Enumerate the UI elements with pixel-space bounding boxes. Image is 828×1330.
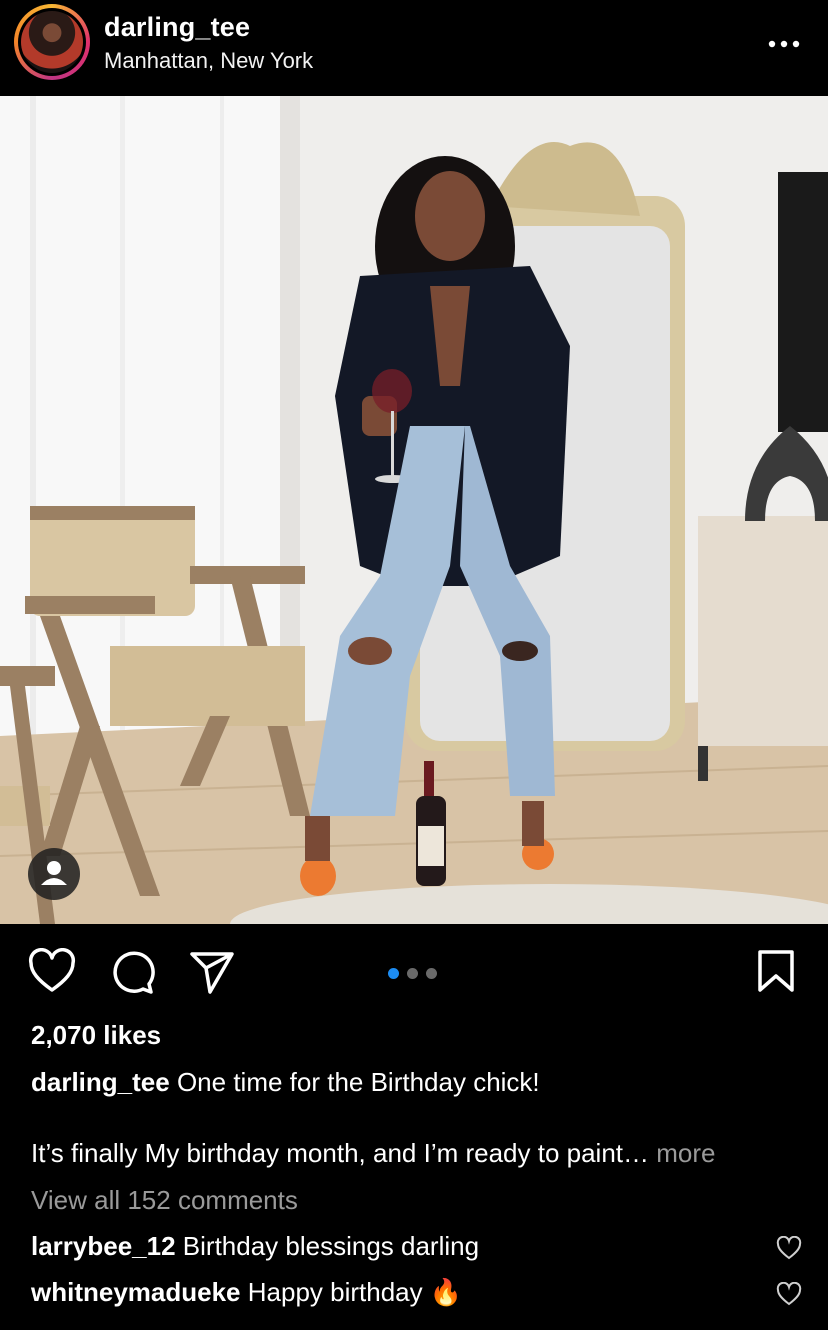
bookmark-icon[interactable] — [754, 948, 798, 1001]
heart-icon[interactable] — [28, 948, 76, 1001]
carousel-dot — [407, 968, 418, 979]
view-all-comments-link[interactable]: View all 152 comments — [31, 1185, 298, 1216]
caption-second-line: It’s finally My birthday month, and I’m … — [31, 1138, 650, 1168]
post-action-bar — [0, 924, 828, 1020]
comment-text: Birthday blessings darling — [182, 1231, 480, 1261]
comment-row: whitneymadueke Happy birthday 🔥 — [31, 1277, 462, 1308]
more-horizontal-icon[interactable] — [768, 30, 800, 50]
comment-username[interactable]: whitneymadueke — [31, 1277, 241, 1307]
post-location[interactable]: Manhattan, New York — [104, 48, 313, 74]
post-image[interactable] — [0, 96, 828, 924]
more-link[interactable]: more — [656, 1138, 715, 1168]
likes-count[interactable]: 2,070 likes — [31, 1020, 161, 1051]
user-tag-icon[interactable] — [28, 848, 80, 900]
send-icon[interactable] — [188, 948, 236, 1001]
caption: darling_tee One time for the Birthday ch… — [31, 1067, 801, 1098]
heart-icon[interactable] — [776, 1235, 802, 1265]
carousel-dot — [426, 968, 437, 979]
comment-icon[interactable] — [108, 948, 156, 1001]
post-photo-illustration — [0, 96, 828, 924]
post-username[interactable]: darling_tee — [104, 12, 250, 43]
heart-icon[interactable] — [776, 1281, 802, 1311]
avatar-photo — [21, 11, 83, 73]
comment-username[interactable]: larrybee_12 — [31, 1231, 176, 1261]
post-header: darling_tee Manhattan, New York — [0, 0, 828, 96]
comment-row: larrybee_12 Birthday blessings darling — [31, 1231, 479, 1262]
carousel-dot-active — [388, 968, 399, 979]
caption-username[interactable]: darling_tee — [31, 1067, 170, 1097]
comment-text: Happy birthday 🔥 — [247, 1277, 463, 1307]
carousel-indicator — [388, 966, 445, 984]
caption-text: One time for the Birthday chick! — [176, 1067, 540, 1097]
caption-continued: It’s finally My birthday month, and I’m … — [31, 1138, 716, 1169]
avatar-image — [18, 8, 86, 76]
avatar[interactable] — [14, 4, 90, 80]
